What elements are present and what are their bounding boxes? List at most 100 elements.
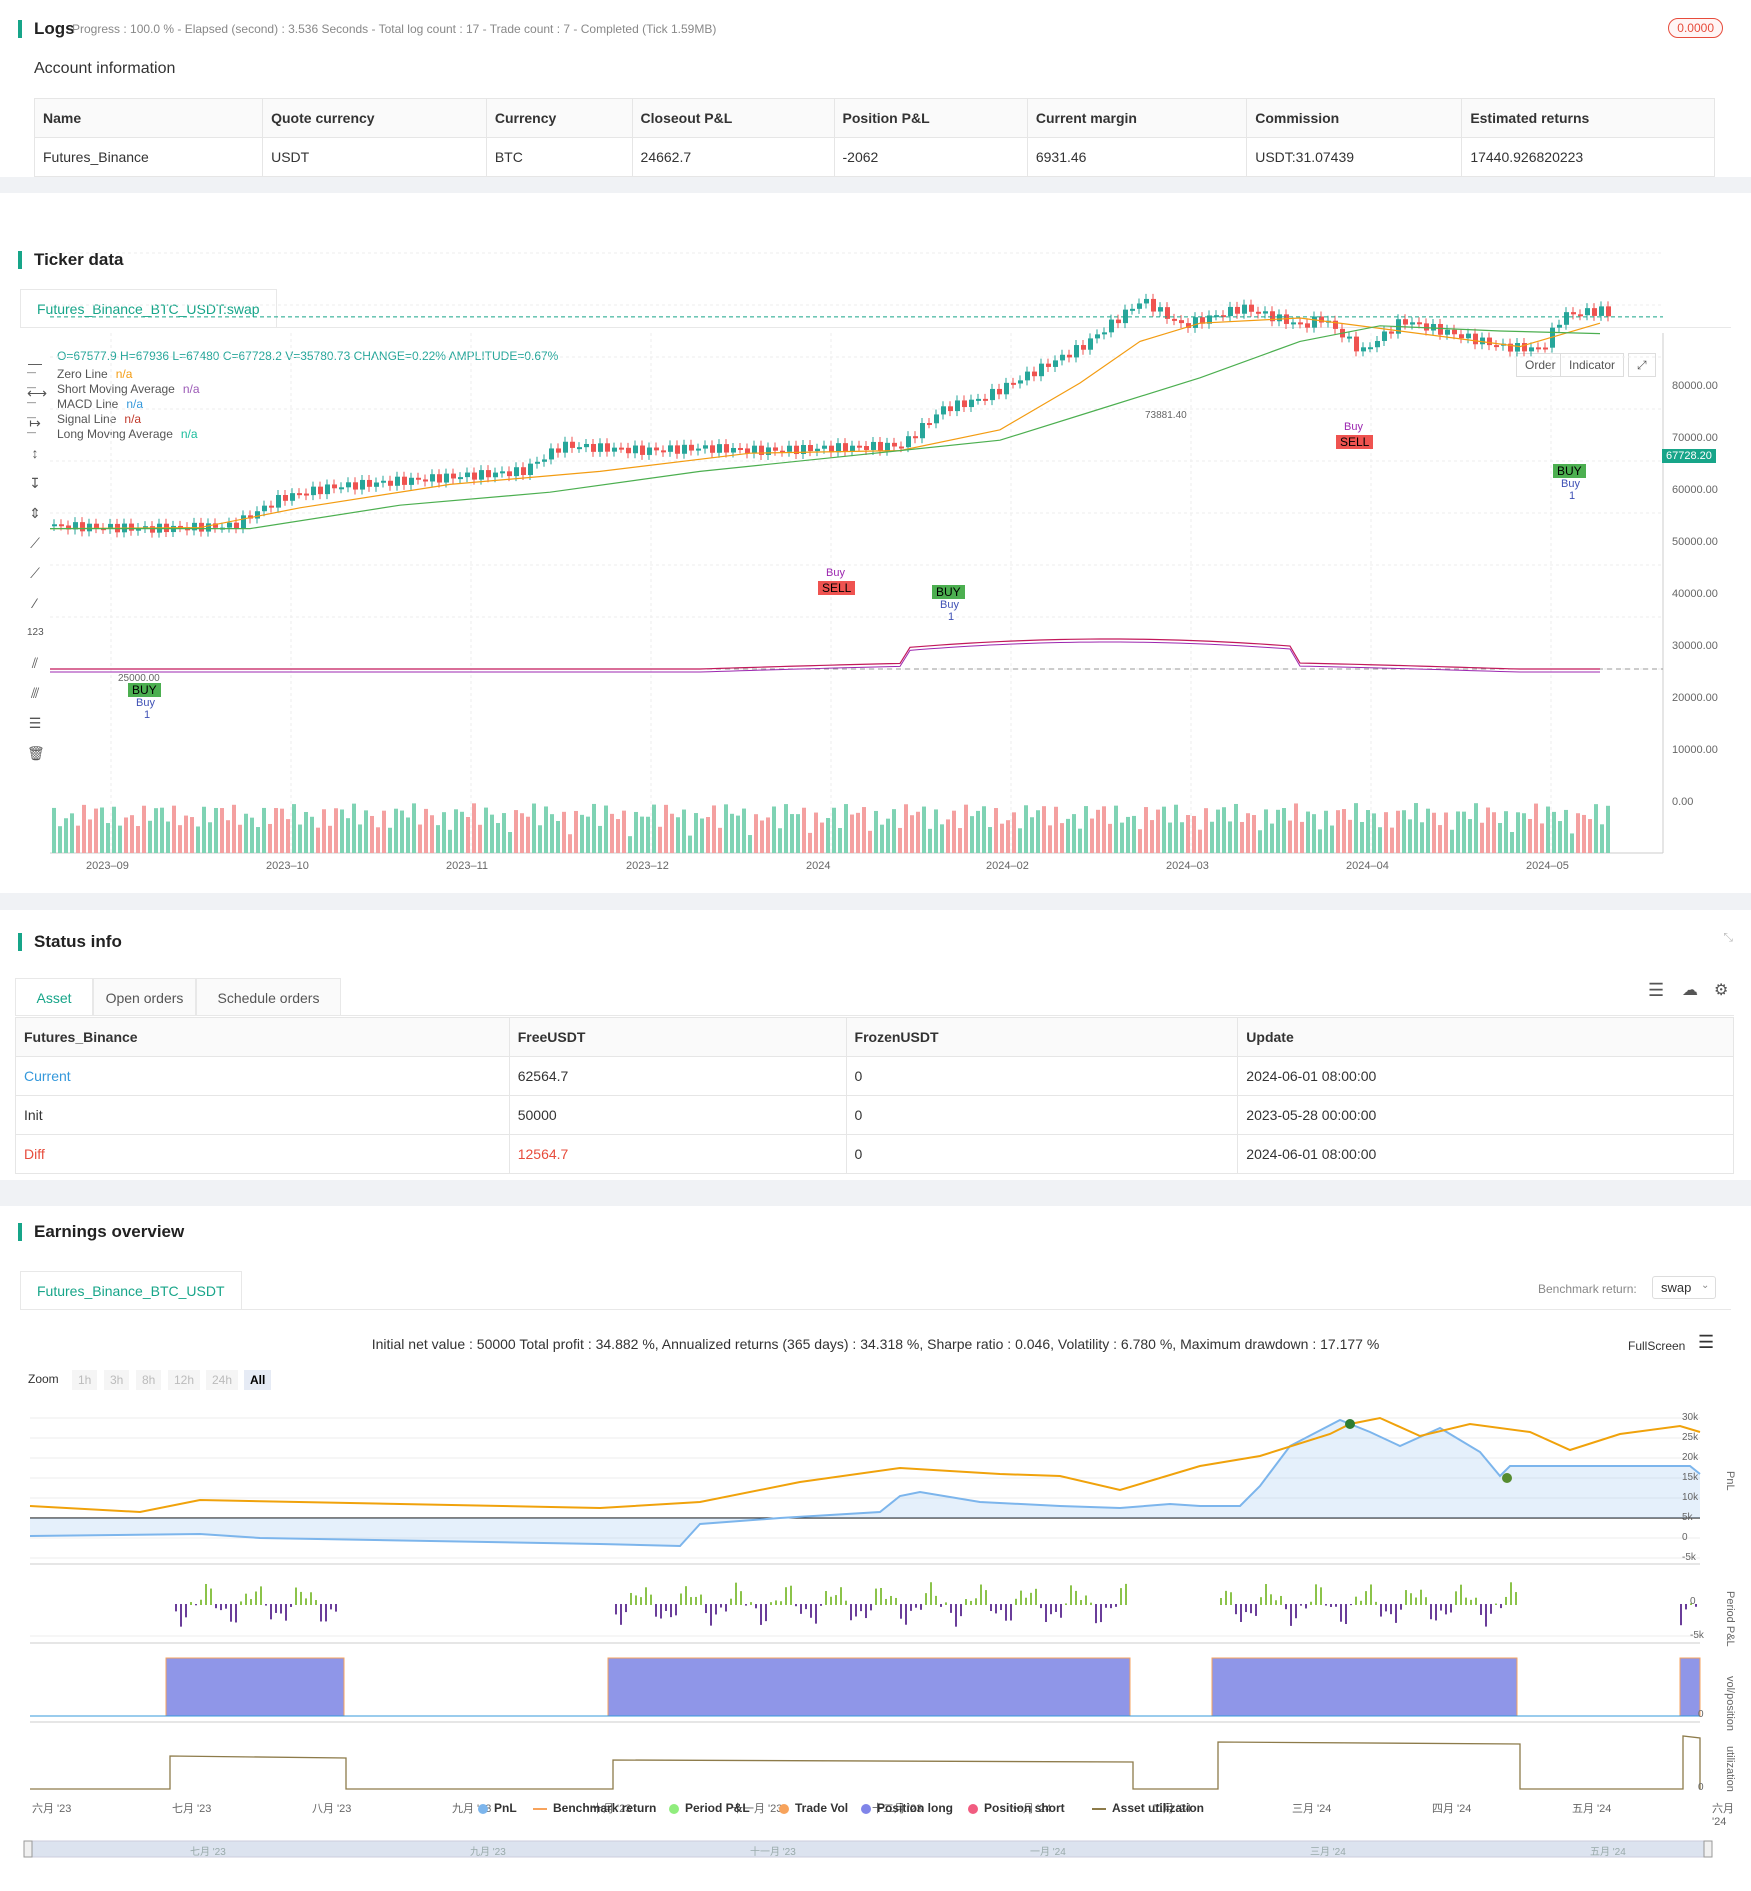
dot-marker-icon — [779, 1803, 789, 1814]
legend-label: Trade Vol — [795, 1801, 849, 1815]
tab-schedule-orders[interactable]: Schedule orders — [196, 978, 341, 1016]
eye-icon[interactable]: — — [27, 427, 36, 437]
legend-item[interactable]: Short Moving Average n/a — — [27, 382, 200, 396]
earnings-x-tick: 八月 '23 — [312, 1803, 352, 1815]
earnings-x-tick: 五月 '24 — [1572, 1803, 1612, 1815]
x-tick: 2024–05 — [1526, 860, 1569, 872]
x-tick: 2024–04 — [1346, 860, 1389, 872]
parallel-channel-icon[interactable]: ⫽ — [27, 655, 43, 671]
signal-sub-label: Buy — [1344, 421, 1363, 433]
segment-icon[interactable]: ⁄ — [27, 595, 43, 611]
navigator-tick: 一月 '24 — [1030, 1847, 1066, 1858]
indicator-button[interactable]: Indicator — [1560, 353, 1625, 377]
x-tick: 2023–11 — [446, 860, 489, 872]
legend-value: n/a — [180, 427, 198, 441]
legend-item[interactable]: Long Moving Average n/a — — [27, 427, 198, 441]
signal-sub-label: Buy — [826, 567, 845, 579]
legend-item[interactable]: MACD Line n/a — — [27, 397, 144, 411]
legend-item[interactable]: Trade Vol — [779, 1801, 848, 1815]
asset-header: FreeUSDT — [508, 1017, 847, 1057]
account-header: Commission — [1246, 98, 1463, 138]
zoom-12h[interactable]: 12h — [168, 1370, 201, 1390]
legend-item[interactable]: PnL — [478, 1801, 517, 1815]
legend-item[interactable]: Position long — [861, 1801, 953, 1815]
earnings-summary: Initial net value : 50000 Total profit :… — [371, 1336, 1380, 1352]
vertical-segment-icon[interactable]: ↧ — [27, 475, 43, 491]
zoom-8h[interactable]: 8h — [136, 1370, 162, 1390]
fullscreen-button[interactable]: FullScreen — [1628, 1339, 1685, 1353]
panel-label: Period P&L — [1724, 1591, 1736, 1647]
legend-item[interactable]: Position short — [968, 1801, 1065, 1815]
menu-icon[interactable]: ☰ — [1698, 1332, 1714, 1353]
util-y-tick: 0 — [1698, 1782, 1704, 1793]
price-range-icon[interactable]: ⇕ — [27, 505, 43, 521]
tab-ticker-symbol[interactable]: Futures_Binance_BTC_USDT:swap — [20, 289, 277, 327]
legend-label: Benchmark return — [553, 1801, 657, 1815]
fib-icon[interactable]: ⫻ — [27, 685, 43, 701]
list-icon[interactable]: ☰ — [1648, 980, 1664, 1001]
vertical-line-icon[interactable]: ↕ — [27, 445, 43, 461]
y-tick: 70000.00 — [1672, 432, 1718, 444]
signal-count: 1 — [1569, 490, 1576, 502]
signal-buy-label: BUY — [1553, 464, 1586, 478]
ohlc-readout: O=67577.9 H=67936 L=67480 C=67728.2 V=35… — [57, 349, 559, 363]
position-y-tick: 0 — [1698, 1709, 1704, 1720]
account-header: Estimated returns — [1461, 98, 1715, 138]
asset-cell: 12564.7 — [508, 1134, 847, 1174]
asset-cell: 2023-05-28 00:00:00 — [1237, 1095, 1734, 1135]
gear-icon[interactable]: ⚙ — [1714, 980, 1728, 1000]
lines-icon[interactable]: ☰ — [27, 715, 43, 731]
legend-item[interactable]: Period P&L — [669, 1801, 750, 1815]
account-cell: USDT:31.07439 — [1246, 137, 1463, 177]
pnl-y-tick: 10k — [1682, 1492, 1699, 1503]
legend-value: n/a — [126, 397, 144, 411]
zoom-1h[interactable]: 1h — [72, 1370, 98, 1390]
asset-header: Update — [1237, 1017, 1734, 1057]
expand-icon[interactable]: ⤢ — [1628, 353, 1656, 377]
benchmark-select[interactable]: swap ⌄ — [1652, 1276, 1717, 1299]
account-header: Name — [33, 98, 264, 138]
dot-marker-icon — [968, 1803, 978, 1814]
number-label-icon[interactable]: 123 — [27, 625, 44, 641]
dot-marker-icon — [478, 1803, 488, 1814]
asset-cell: 50000 — [508, 1095, 847, 1135]
x-tick: 2023–12 — [626, 860, 669, 872]
legend-item[interactable]: Signal Line n/a — — [27, 412, 142, 426]
legend-label: Asset utilization — [1112, 1801, 1205, 1815]
account-cell: 24662.7 — [631, 137, 835, 177]
legend-value: n/a — [124, 412, 142, 426]
legend-value: n/a — [182, 382, 200, 396]
earnings-x-tick: 六月 '23 — [32, 1803, 72, 1815]
legend-item[interactable]: Benchmark return — [533, 1801, 656, 1815]
legend-label: Period P&L — [685, 1801, 750, 1815]
legend-item[interactable]: Zero Line n/a — — [27, 367, 132, 381]
eye-icon[interactable]: — — [27, 397, 36, 407]
asset-cell: 0 — [845, 1056, 1239, 1096]
eye-icon[interactable]: — — [27, 367, 36, 377]
tab-asset[interactable]: Asset — [15, 978, 93, 1016]
account-header: Currency — [485, 98, 633, 138]
price-tag: 67728.20 — [1662, 449, 1716, 463]
pnl-y-tick: 5k — [1682, 1512, 1693, 1523]
extended-line-icon[interactable]: ⟋ — [27, 565, 43, 581]
download-icon[interactable]: ☁ — [1682, 980, 1698, 1000]
legend-label: Position short — [984, 1801, 1065, 1815]
legend-item[interactable]: Asset utilization — [1092, 1801, 1204, 1815]
high-label: 73881.40 — [1145, 410, 1187, 421]
trash-icon[interactable]: 🗑 — [27, 745, 45, 761]
pnl-y-tick: 30k — [1682, 1412, 1699, 1423]
zoom-all[interactable]: All — [244, 1370, 272, 1390]
eye-icon[interactable]: — — [27, 382, 36, 392]
order-button[interactable]: Order — [1516, 353, 1565, 377]
account-header: Closeout P&L — [631, 98, 835, 138]
signal-sell-label: SELL — [818, 581, 856, 595]
tab-earnings-symbol[interactable]: Futures_Binance_BTC_USDT — [20, 1271, 242, 1309]
collapse-icon[interactable]: ⤡ — [1723, 930, 1733, 945]
ray-icon[interactable]: ⟋ — [27, 535, 43, 551]
navigator-tick: 七月 '23 — [190, 1847, 226, 1858]
logs-badge: 0.0000 — [1668, 18, 1723, 38]
tab-open-orders[interactable]: Open orders — [93, 978, 196, 1016]
zoom-3h[interactable]: 3h — [104, 1370, 130, 1390]
eye-icon[interactable]: — — [27, 412, 36, 422]
zoom-24h[interactable]: 24h — [206, 1370, 239, 1390]
